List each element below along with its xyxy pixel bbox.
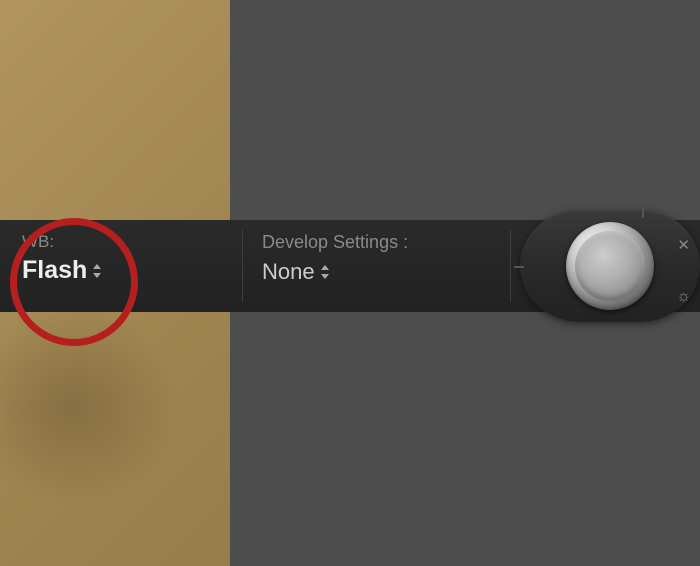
- dial-tick: [514, 266, 524, 268]
- divider: [242, 230, 243, 302]
- updown-icon: [93, 264, 103, 278]
- develop-settings-value: None: [262, 259, 315, 285]
- white-balance-label: WB:: [22, 232, 103, 252]
- dial-tick: [642, 208, 644, 218]
- develop-settings-dropdown[interactable]: None: [262, 259, 408, 285]
- white-balance-value: Flash: [22, 256, 87, 285]
- develop-settings-control[interactable]: Develop Settings : None: [262, 232, 408, 285]
- gear-icon[interactable]: ☼: [676, 288, 691, 306]
- divider: [510, 230, 511, 302]
- loupe-dial-area: [550, 202, 670, 332]
- dial-knob[interactable]: [575, 231, 645, 301]
- white-balance-dropdown[interactable]: Flash: [22, 256, 103, 285]
- develop-settings-label: Develop Settings :: [262, 232, 408, 253]
- close-icon[interactable]: ✕: [677, 236, 690, 254]
- white-balance-control[interactable]: WB: Flash: [22, 232, 103, 285]
- updown-icon: [321, 265, 331, 279]
